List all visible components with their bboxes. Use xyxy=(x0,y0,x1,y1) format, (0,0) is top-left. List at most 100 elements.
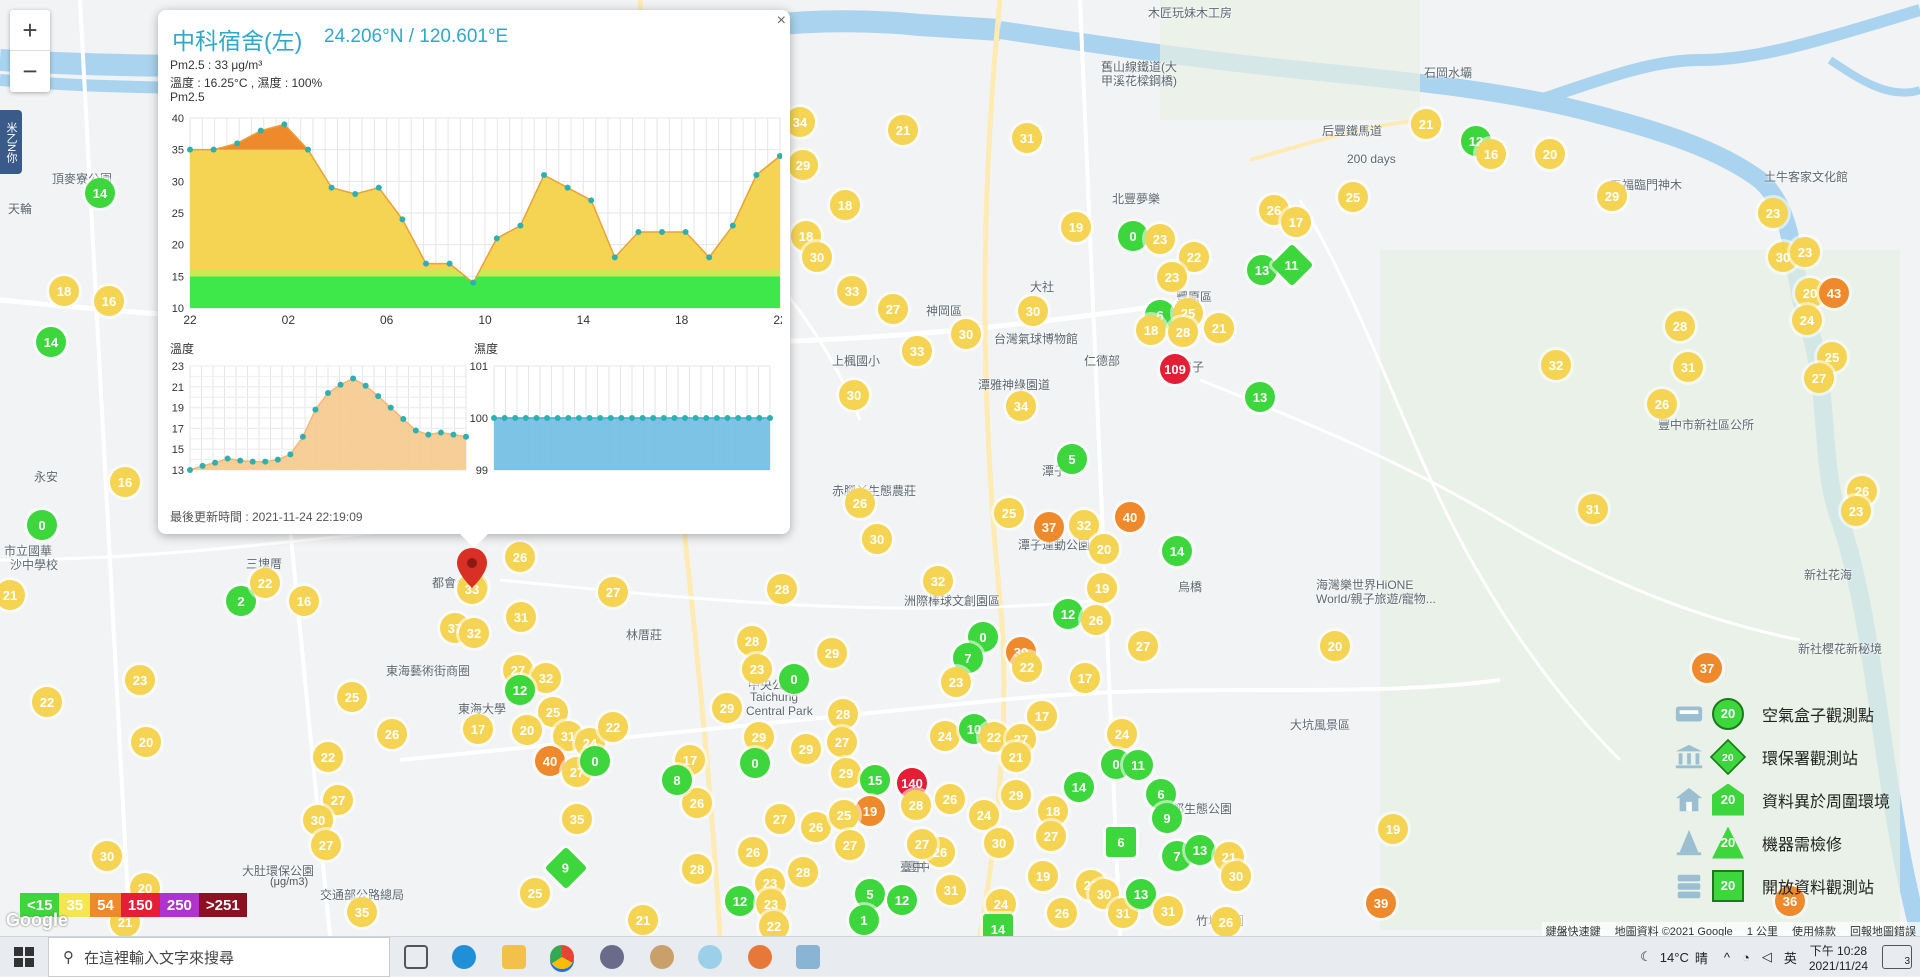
app-icon-1[interactable] xyxy=(600,945,624,969)
station-marker[interactable]: 31 xyxy=(1153,896,1183,926)
station-marker[interactable]: 32 xyxy=(923,566,953,596)
station-marker[interactable]: 28 xyxy=(788,857,818,887)
station-marker[interactable]: 0 xyxy=(779,664,809,694)
station-marker[interactable]: 25 xyxy=(1338,182,1368,212)
station-marker[interactable]: 33 xyxy=(902,336,932,366)
station-marker[interactable]: 28 xyxy=(737,626,767,656)
network-icon[interactable]: ◔ xyxy=(1742,950,1750,965)
app-icon-3[interactable] xyxy=(698,945,722,969)
station-marker[interactable]: 33 xyxy=(837,276,867,306)
station-marker[interactable]: 26 xyxy=(682,788,712,818)
station-marker[interactable]: 17 xyxy=(1281,207,1311,237)
station-marker[interactable]: 21 xyxy=(888,115,918,145)
station-marker[interactable]: 31 xyxy=(1012,123,1042,153)
station-marker[interactable]: 23 xyxy=(941,667,971,697)
station-marker[interactable]: 13 xyxy=(1126,879,1156,909)
station-marker[interactable]: 29 xyxy=(788,150,818,180)
station-marker[interactable]: 14 xyxy=(85,178,115,208)
station-marker[interactable]: 19 xyxy=(855,796,885,826)
station-marker[interactable]: 23 xyxy=(125,665,155,695)
task-view-icon[interactable] xyxy=(404,945,428,969)
station-marker[interactable]: 23 xyxy=(1758,198,1788,228)
station-marker[interactable]: 12 xyxy=(505,675,535,705)
station-marker[interactable]: 0 xyxy=(580,746,610,776)
notification-icon[interactable]: 3 xyxy=(1882,945,1912,969)
station-marker[interactable]: 23 xyxy=(1790,237,1820,267)
station-marker[interactable]: 25 xyxy=(520,878,550,908)
station-marker[interactable]: 109 xyxy=(1160,354,1190,384)
station-marker[interactable]: 21 xyxy=(1001,742,1031,772)
chrome-icon[interactable] xyxy=(550,945,574,969)
station-marker[interactable]: 30 xyxy=(951,319,981,349)
station-marker[interactable]: 29 xyxy=(712,693,742,723)
station-marker[interactable]: 22 xyxy=(32,687,62,717)
station-marker[interactable]: 27 xyxy=(598,577,628,607)
side-panel-tab[interactable]: 米乙N你 xyxy=(0,110,22,174)
station-marker[interactable]: 26 xyxy=(1081,605,1111,635)
edge-browser-icon[interactable] xyxy=(452,945,476,969)
station-marker[interactable]: 24 xyxy=(1107,719,1137,749)
station-marker[interactable]: 28 xyxy=(767,574,797,604)
station-marker[interactable]: 30 xyxy=(1221,861,1251,891)
station-marker[interactable]: 27 xyxy=(1804,363,1834,393)
station-marker[interactable]: 22 xyxy=(598,712,628,742)
station-marker[interactable]: 12 xyxy=(1053,599,1083,629)
station-marker[interactable]: 15 xyxy=(860,765,890,795)
station-marker[interactable]: 14 xyxy=(36,327,66,357)
station-marker[interactable]: 35 xyxy=(347,897,377,927)
station-marker[interactable]: 18 xyxy=(49,276,79,306)
chevron-up-icon[interactable]: ^ xyxy=(1724,950,1730,965)
station-marker[interactable]: 23 xyxy=(1145,224,1175,254)
station-marker[interactable]: 24 xyxy=(969,800,999,830)
station-marker[interactable]: 0 xyxy=(1118,221,1148,251)
station-marker[interactable]: 20 xyxy=(1089,534,1119,564)
blender-icon[interactable] xyxy=(748,945,772,969)
station-marker[interactable]: 28 xyxy=(1168,317,1198,347)
station-marker[interactable]: 23 xyxy=(742,654,772,684)
clock[interactable]: 下午 10:28 2021/11/24 xyxy=(1809,942,1868,973)
station-marker[interactable]: 27 xyxy=(907,829,937,859)
station-marker[interactable]: 14 xyxy=(1162,536,1192,566)
station-marker[interactable]: 16 xyxy=(94,286,124,316)
station-marker[interactable]: 32 xyxy=(1541,350,1571,380)
station-marker[interactable]: 27 xyxy=(765,804,795,834)
station-marker[interactable]: 32 xyxy=(459,618,489,648)
station-marker[interactable]: 14 xyxy=(1064,772,1094,802)
station-marker[interactable]: 37 xyxy=(1034,512,1064,542)
map-canvas[interactable]: 木匠玩妹木工房 舊山線鐵道(大 甲溪花樑鋼橋) 石岡水壩 后豐鐵馬道 200 days 五福… xyxy=(0,0,1920,936)
station-marker[interactable]: 40 xyxy=(535,746,565,776)
station-marker[interactable]: 27 xyxy=(835,830,865,860)
station-marker[interactable]: 31 xyxy=(1673,352,1703,382)
station-marker[interactable]: 27 xyxy=(311,830,341,860)
station-marker[interactable]: 25 xyxy=(337,682,367,712)
station-marker[interactable]: 19 xyxy=(1061,212,1091,242)
station-marker[interactable]: 31 xyxy=(1578,494,1608,524)
station-marker[interactable]: 24 xyxy=(930,721,960,751)
station-marker[interactable]: 23 xyxy=(1841,496,1871,526)
station-marker[interactable]: 29 xyxy=(831,758,861,788)
weather-desc[interactable]: 晴 xyxy=(1695,948,1708,967)
station-marker[interactable]: 8 xyxy=(662,765,692,795)
station-marker[interactable]: 13 xyxy=(1185,835,1215,865)
taskbar-search[interactable]: ⚲ 在這裡輸入文字來搜尋 xyxy=(48,937,390,977)
station-marker[interactable]: 5 xyxy=(1057,444,1087,474)
report-error-link[interactable]: 回報地圖錯誤 xyxy=(1850,923,1916,936)
station-marker[interactable]: 26 xyxy=(377,719,407,749)
ime-indicator[interactable]: 英 xyxy=(1784,948,1797,967)
weather-temp[interactable]: 14°C xyxy=(1660,950,1689,965)
station-marker[interactable]: 26 xyxy=(1647,389,1677,419)
station-marker[interactable]: 19 xyxy=(1028,861,1058,891)
station-marker[interactable]: 21 xyxy=(628,905,658,935)
zoom-in-button[interactable]: + xyxy=(10,10,50,51)
station-marker[interactable]: 27 xyxy=(827,727,857,757)
station-marker[interactable]: 28 xyxy=(1665,311,1695,341)
station-marker[interactable]: 30 xyxy=(802,242,832,272)
station-marker[interactable]: 27 xyxy=(1128,631,1158,661)
station-marker[interactable]: 28 xyxy=(682,854,712,884)
station-marker[interactable]: 37 xyxy=(1692,653,1722,683)
file-explorer-icon[interactable] xyxy=(502,945,526,969)
station-marker[interactable]: 30 xyxy=(92,841,122,871)
station-marker[interactable]: 21 xyxy=(1204,313,1234,343)
station-marker[interactable]: 30 xyxy=(839,380,869,410)
station-marker[interactable]: 16 xyxy=(110,467,140,497)
